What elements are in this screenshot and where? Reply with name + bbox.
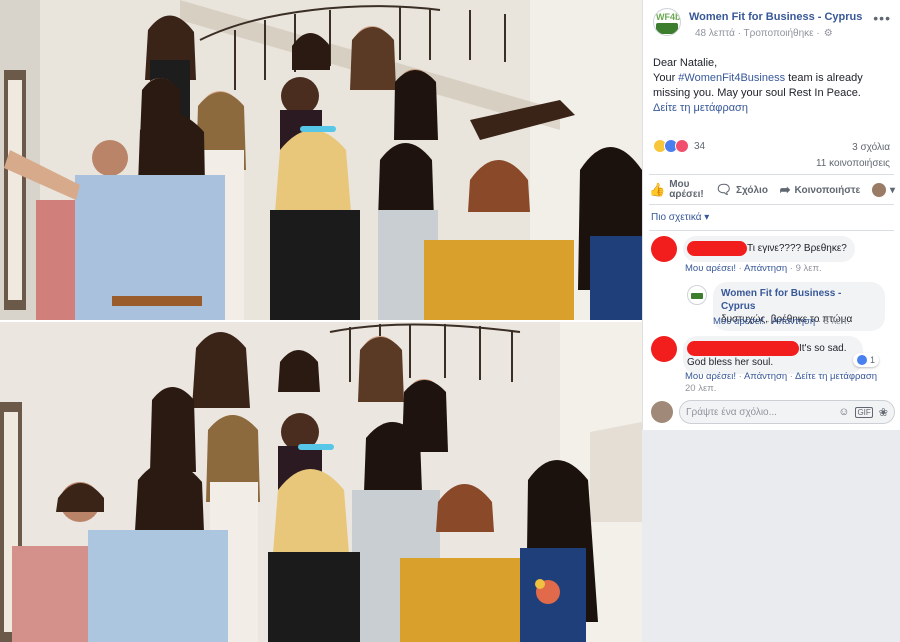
post-meta: 48 λεπτά · Τροποποιήθηκε · ⚙ [695,28,833,39]
comment: It's so sad. God bless her soul. [651,336,863,374]
comment-text-line2: God bless her soul. [687,357,774,368]
page-logo-badge [656,23,678,34]
comment-meta: Μου αρέσει! · Απάντηση · 9 λεπ. [685,263,822,274]
divider [649,174,894,175]
like-label-line2: αρέσει! [669,189,704,200]
comment-reaction-count: 1 [870,355,876,365]
reactions-summary[interactable]: 34 [653,138,705,154]
post-body-line2: Your #WomenFit4Business team is already … [653,71,893,101]
post-body: Dear Natalie, Your #WomenFit4Business te… [653,56,893,116]
commenter-avatar[interactable] [651,336,677,362]
facebook-post-view: WF4b Women Fit for Business - Cyprus 48 … [0,0,900,642]
share-button[interactable]: ➦ Κοινοποιήστε [780,182,861,198]
comment-meta: Μου αρέσει! · Απάντηση · Δείτε τη μετάφρ… [685,371,878,394]
group-photo-top[interactable] [0,0,642,320]
love-reaction-icon [675,139,689,153]
user-avatar [871,183,886,197]
thumbs-up-icon [857,355,867,365]
reply-reply-link[interactable]: Απάντηση [772,316,815,327]
comment-reaction-badge[interactable]: 1 [853,353,880,367]
reply-like-link[interactable]: Μου αρέσει! [713,316,764,327]
panel-background [643,430,900,642]
comment-reply-link[interactable]: Απάντηση [744,371,787,382]
commenter-avatar[interactable] [651,236,677,262]
comments-count[interactable]: 3 σχόλια [816,140,890,156]
post-timestamp[interactable]: 48 λεπτά · Τροποποιήθηκε · [695,28,820,39]
post-actions: 👍 Μου αρέσει! 🗨 Σχόλιο ➦ Κοινοποιήστε ▾ [649,178,895,202]
post-body-line1: Dear Natalie, [653,57,718,69]
share-audience-button[interactable]: ▾ [871,183,895,197]
write-comment-box: Γράψτε ένα σχόλιο... ☺ GIF ❀ [651,398,895,426]
comment-time[interactable]: 20 λεπ. [685,383,716,394]
redacted-name [687,241,747,256]
see-translation-link[interactable]: Δείτε τη μετάφραση [653,102,748,114]
reply-meta: Μου αρέσει! · Απάντηση · 8 λεπ. [713,316,850,327]
shares-count[interactable]: 11 κοινοποιήσεις [816,156,890,172]
post-stats: 3 σχόλια 11 κοινοποιήσεις [816,140,890,172]
hashtag-link[interactable]: #WomenFit4Business [678,72,785,84]
comment-icon: 🗨 [715,182,732,197]
gear-icon[interactable]: ⚙ [824,28,833,39]
page-logo-text: WF4b [656,12,681,22]
group-photo-bottom[interactable] [0,322,642,642]
reply-time[interactable]: 8 λεπ. [824,316,850,327]
comment-input-placeholder: Γράψτε ένα σχόλιο... [686,406,777,418]
user-avatar[interactable] [651,401,673,423]
thumbs-up-icon: 👍 [649,182,666,197]
like-button[interactable]: 👍 Μου αρέσει! [649,180,704,200]
comment-text: Τι εγινε???? Βρεθηκε? [747,243,847,255]
comment-like-link[interactable]: Μου αρέσει! [685,263,736,274]
comment-time[interactable]: 9 λεπ. [796,263,822,274]
gif-icon[interactable]: GIF [855,406,873,418]
page-name-link[interactable]: Women Fit for Business - Cyprus [689,11,862,23]
post-photo-collage[interactable] [0,0,642,642]
reactions-count: 34 [694,140,706,152]
comment-input[interactable]: Γράψτε ένα σχόλιο... ☺ GIF ❀ [679,400,895,424]
reply-author[interactable]: Women Fit for Business - Cyprus [721,287,877,313]
post-header: WF4b Women Fit for Business - Cyprus 48 … [653,8,893,40]
more-horizontal-icon[interactable]: ••• [873,10,891,26]
post-details-panel: WF4b Women Fit for Business - Cyprus 48 … [642,0,900,430]
comment-sort-dropdown[interactable]: Πιο σχετικά ▾ [651,212,709,223]
divider [649,204,894,205]
share-label: Κοινοποιήστε [794,184,861,196]
comment-bubble: It's so sad. God bless her soul. [683,336,863,374]
comment-button[interactable]: 🗨 Σχόλιο [715,182,767,198]
post-body-prefix: Your [653,72,679,84]
share-icon: ➦ [779,182,791,197]
comment-label: Σχόλιο [735,184,768,196]
sticker-icon[interactable]: ❀ [879,406,888,419]
comment-bubble: Τι εγινε???? Βρεθηκε? [683,236,855,262]
divider [649,230,894,231]
comment-see-translation-link[interactable]: Δείτε τη μετάφραση [795,371,877,382]
page-logo[interactable]: WF4b [653,8,681,36]
page-avatar[interactable] [687,285,707,305]
emoji-icon[interactable]: ☺ [838,406,849,418]
comment-text-line1: It's so sad. [799,343,847,355]
redacted-name [687,341,799,356]
share-caret: ▾ [889,184,895,196]
comment-reply-link[interactable]: Απάντηση [744,263,787,274]
comment-like-link[interactable]: Μου αρέσει! [685,371,736,382]
comment: Τι εγινε???? Βρεθηκε? [651,236,855,262]
